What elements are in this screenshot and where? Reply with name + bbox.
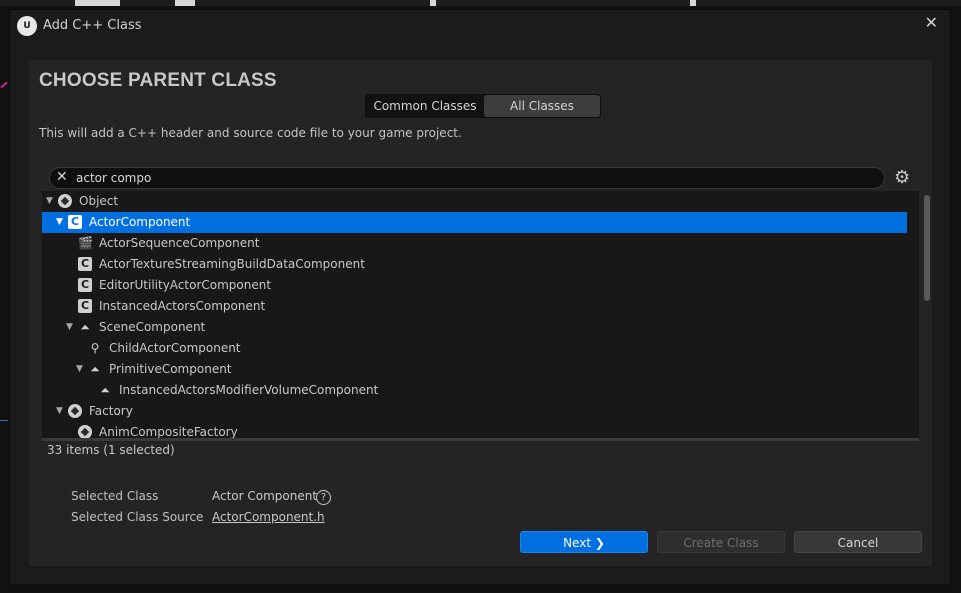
tree-row[interactable]: ⚲ ChildActorComponent — [42, 338, 907, 359]
create-class-button[interactable]: Create Class — [657, 531, 785, 553]
unreal-logo-icon: U — [17, 16, 37, 36]
tree-row-label: PrimitiveComponent — [109, 362, 232, 376]
class-icon: C — [68, 215, 82, 229]
tree-row-label: InstancedActorsComponent — [99, 299, 266, 313]
tab-all-classes[interactable]: All Classes — [484, 95, 600, 117]
settings-gear-icon[interactable]: ⚙ — [894, 167, 910, 188]
search-input[interactable] — [76, 169, 856, 187]
tree-row[interactable]: ▼ C ActorComponent — [42, 212, 907, 233]
scrollbar-thumb[interactable] — [924, 195, 930, 301]
tree-row[interactable]: C ActorTextureStreamingBuildDataComponent — [42, 254, 907, 275]
next-button[interactable]: Next ❯ — [520, 531, 648, 553]
scene-component-icon: ⏶ — [100, 383, 110, 397]
close-icon[interactable]: ✕ — [925, 13, 938, 32]
object-icon — [68, 404, 82, 418]
tree-row-label: EditorUtilityActorComponent — [99, 278, 272, 292]
expand-arrow-icon[interactable]: ▼ — [76, 359, 83, 380]
tree-row-label: InstancedActorsModifierVolumeComponent — [119, 383, 379, 397]
background-tab — [75, 0, 120, 6]
class-icon: C — [78, 257, 92, 271]
scene-component-icon: ⏶ — [80, 320, 90, 334]
background-wire — [0, 420, 8, 421]
tree-row-label: Factory — [89, 404, 133, 418]
tree-row-label: ActorTextureStreamingBuildDataComponent — [99, 257, 365, 271]
class-tree: ▼ Object ▼ C ActorComponent 🎬 ActorSequenceCom… — [42, 191, 919, 438]
sequence-icon: 🎬 — [78, 236, 93, 250]
tree-row[interactable]: ▼ Factory — [42, 401, 907, 422]
child-actor-icon: ⚲ — [90, 341, 100, 355]
expand-arrow-icon[interactable]: ▼ — [56, 401, 63, 422]
search-box: ✕ — [49, 167, 885, 189]
background-tab — [175, 0, 195, 6]
tree-horizontal-scrollbar[interactable] — [42, 438, 919, 441]
add-cpp-class-dialog: U Add C++ Class ✕ CHOOSE PARENT CLASS Co… — [9, 9, 951, 585]
tree-row[interactable]: ▼ Object — [42, 191, 907, 212]
selected-class-source-label: Selected Class Source — [71, 510, 204, 524]
tree-row[interactable]: C InstancedActorsComponent — [42, 296, 907, 317]
tree-row-label: Object — [79, 194, 119, 208]
tree-vertical-scrollbar[interactable] — [922, 191, 932, 438]
background-editor-strip — [0, 0, 961, 6]
class-filter-tabs: Common Classes All Classes — [365, 94, 601, 118]
selected-class-source-link[interactable]: ActorComponent.h — [212, 510, 325, 524]
background-wire — [0, 81, 8, 89]
background-tab — [690, 0, 696, 6]
object-icon — [58, 194, 72, 208]
expand-arrow-icon[interactable]: ▼ — [66, 317, 73, 338]
page-title: CHOOSE PARENT CLASS — [39, 70, 277, 91]
tree-row[interactable]: AnimCompositeFactory — [42, 422, 907, 438]
title-bar: U Add C++ Class ✕ — [10, 10, 950, 42]
object-icon — [78, 425, 92, 438]
description-text: This will add a C++ header and source co… — [39, 126, 462, 140]
tab-common-classes[interactable]: Common Classes — [366, 95, 484, 117]
tree-row-label: SceneComponent — [99, 320, 206, 334]
parent-class-panel: CHOOSE PARENT CLASS Common Classes All C… — [29, 60, 932, 566]
tree-row-label: ActorComponent — [89, 215, 191, 229]
selected-class-label: Selected Class — [71, 489, 159, 503]
tree-row[interactable]: C EditorUtilityActorComponent — [42, 275, 907, 296]
tree-row-label: ChildActorComponent — [109, 341, 241, 355]
class-icon: C — [78, 299, 92, 313]
scene-component-icon: ⏶ — [90, 362, 100, 376]
tree-row[interactable]: ▼ ⏶ SceneComponent — [42, 317, 907, 338]
tree-row[interactable]: 🎬 ActorSequenceComponent — [42, 233, 907, 254]
selected-class-value: Actor Component — [212, 489, 318, 503]
help-icon[interactable]: ? — [316, 490, 331, 505]
item-count: 33 items (1 selected) — [47, 443, 175, 457]
expand-arrow-icon[interactable]: ▼ — [46, 191, 53, 212]
class-icon: C — [78, 278, 92, 292]
tree-row-label: ActorSequenceComponent — [99, 236, 260, 250]
clear-search-icon[interactable]: ✕ — [56, 169, 68, 185]
expand-arrow-icon[interactable]: ▼ — [56, 212, 63, 233]
tree-row[interactable]: ▼ ⏶ PrimitiveComponent — [42, 359, 907, 380]
tree-row-label: AnimCompositeFactory — [99, 425, 238, 438]
cancel-button[interactable]: Cancel — [794, 531, 922, 553]
tree-row[interactable]: ⏶ InstancedActorsModifierVolumeComponent — [42, 380, 907, 401]
dialog-title: Add C++ Class — [43, 18, 142, 33]
background-tab — [430, 0, 436, 6]
